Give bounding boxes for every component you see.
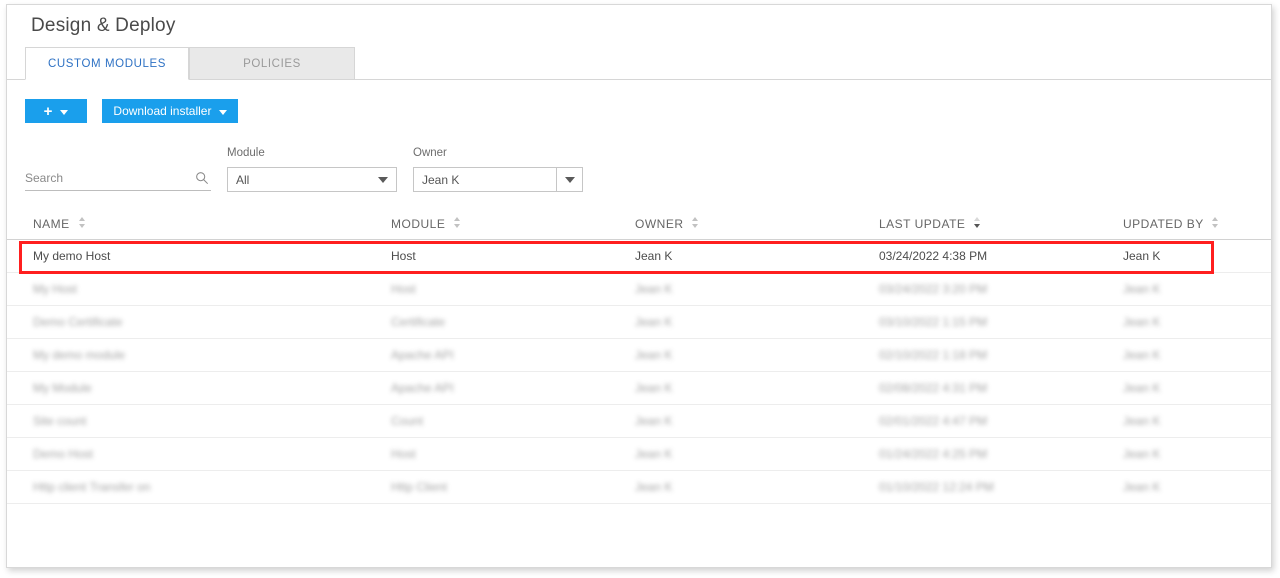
- column-header-last-update[interactable]: LAST UPDATE: [879, 215, 981, 231]
- chevron-down-icon: [219, 109, 228, 115]
- table-row[interactable]: Http client Transfer on Http Client Jean K…: [7, 471, 1271, 504]
- cell-module: Apache API: [391, 348, 454, 362]
- chevron-down-icon: [60, 109, 69, 115]
- table-row[interactable]: Demo Certificate Certificate Jean K 03/10/2…: [7, 306, 1271, 339]
- cell-owner: Jean K: [635, 249, 673, 263]
- download-installer-label: Download installer: [113, 104, 212, 118]
- tab-bar: CUSTOM MODULES POLICIES: [7, 47, 1271, 80]
- modules-table: NAME MODULE OWNER LAST UPDATE UPDATED BY…: [7, 210, 1271, 504]
- cell-last-update: 03/24/2022 3:20 PM: [879, 282, 988, 296]
- owner-filter-select[interactable]: Jean K: [413, 167, 583, 192]
- application-window: Design & Deploy CUSTOM MODULES POLICIES …: [6, 4, 1272, 568]
- search-input[interactable]: [25, 167, 185, 189]
- chevron-down-icon: [370, 168, 396, 191]
- column-header-owner-label: OWNER: [635, 217, 684, 231]
- column-header-name[interactable]: NAME: [33, 215, 86, 231]
- sort-icon[interactable]: [454, 217, 461, 230]
- owner-filter-value: Jean K: [422, 172, 460, 187]
- column-header-module-label: MODULE: [391, 217, 446, 231]
- cell-module: Certificate: [391, 315, 446, 329]
- cell-module: Host: [391, 282, 416, 296]
- cell-last-update: 02/10/2022 1:18 PM: [879, 348, 988, 362]
- cell-last-update: 02/08/2022 4:31 PM: [879, 381, 988, 395]
- tab-custom-modules[interactable]: CUSTOM MODULES: [25, 47, 189, 80]
- module-filter-select[interactable]: All: [227, 167, 397, 192]
- cell-updated-by: Jean K: [1123, 447, 1161, 461]
- sort-icon[interactable]: [692, 217, 699, 230]
- table-row[interactable]: Site count Count Jean K 02/01/2022 4:47 PM J…: [7, 405, 1271, 438]
- table-row[interactable]: My Module Apache API Jean K 02/08/2022 4:31…: [7, 372, 1271, 405]
- tab-custom-modules-label: CUSTOM MODULES: [47, 58, 167, 70]
- table-header-row: NAME MODULE OWNER LAST UPDATE UPDATED BY: [7, 210, 1271, 240]
- cell-updated-by: Jean K: [1123, 315, 1161, 329]
- cell-name: Demo Certificate: [33, 315, 123, 329]
- search-icon: [196, 172, 209, 185]
- cell-last-update: 03/24/2022 4:38 PM: [879, 249, 988, 263]
- cell-updated-by: Jean K: [1123, 249, 1161, 263]
- page-title: Design & Deploy: [31, 15, 176, 36]
- cell-owner: Jean K: [635, 381, 673, 395]
- cell-owner: Jean K: [635, 282, 673, 296]
- cell-module: Http Client: [391, 480, 448, 494]
- cell-module: Count: [391, 414, 424, 428]
- cell-name: My Host: [33, 282, 78, 296]
- cell-name: Http client Transfer on: [33, 480, 151, 494]
- column-header-updated-by-label: UPDATED BY: [1123, 217, 1204, 231]
- plus-icon: +: [43, 102, 53, 120]
- cell-last-update: 01/10/2022 12:24 PM: [879, 480, 994, 494]
- column-header-owner[interactable]: OWNER: [635, 215, 699, 231]
- sort-icon[interactable]: [78, 217, 86, 230]
- table-row[interactable]: My demo Host Host Jean K 03/24/2022 4:38 PM…: [7, 240, 1271, 273]
- cell-owner: Jean K: [635, 414, 673, 428]
- table-body: My demo Host Host Jean K 03/24/2022 4:38 PM…: [7, 240, 1271, 504]
- cell-updated-by: Jean K: [1123, 381, 1161, 395]
- cell-owner: Jean K: [635, 480, 673, 494]
- cell-updated-by: Jean K: [1123, 414, 1161, 428]
- table-row[interactable]: My Host Host Jean K 03/24/2022 3:20 PM Jean …: [7, 273, 1271, 306]
- column-header-last-update-label: LAST UPDATE: [879, 217, 966, 231]
- sort-descending-icon[interactable]: [974, 217, 981, 230]
- cell-updated-by: Jean K: [1123, 480, 1161, 494]
- cell-updated-by: Jean K: [1123, 348, 1161, 362]
- table-row[interactable]: My demo module Apache API Jean K 02/10/2022…: [7, 339, 1271, 372]
- cell-name: Site count: [33, 414, 87, 428]
- owner-filter-label: Owner: [413, 147, 447, 159]
- tab-policies[interactable]: POLICIES: [189, 47, 355, 80]
- cell-name: Demo Host: [33, 447, 94, 461]
- table-row[interactable]: Demo Host Host Jean K 01/24/2022 4:25 PM Jea…: [7, 438, 1271, 471]
- sort-icon[interactable]: [1212, 217, 1219, 230]
- column-header-name-label: NAME: [33, 217, 70, 231]
- cell-module: Host: [391, 249, 416, 263]
- cell-name: My Module: [33, 381, 92, 395]
- cell-last-update: 02/01/2022 4:47 PM: [879, 414, 988, 428]
- chevron-down-icon: [556, 168, 582, 191]
- search-field[interactable]: [25, 167, 211, 191]
- column-header-module[interactable]: MODULE: [391, 215, 461, 231]
- cell-last-update: 01/24/2022 4:25 PM: [879, 447, 988, 461]
- cell-owner: Jean K: [635, 348, 673, 362]
- action-toolbar: + Download installer: [25, 99, 239, 123]
- module-filter-value: All: [236, 172, 250, 187]
- cell-name: My demo Host: [33, 249, 111, 263]
- cell-module: Host: [391, 447, 416, 461]
- cell-updated-by: Jean K: [1123, 282, 1161, 296]
- column-header-updated-by[interactable]: UPDATED BY: [1123, 215, 1219, 231]
- download-installer-button[interactable]: Download installer: [102, 99, 239, 123]
- add-button[interactable]: +: [25, 99, 87, 123]
- cell-last-update: 03/10/2022 1:15 PM: [879, 315, 988, 329]
- tab-policies-label: POLICIES: [243, 58, 301, 70]
- cell-name: My demo module: [33, 348, 126, 362]
- module-filter-label: Module: [227, 147, 265, 159]
- cell-owner: Jean K: [635, 447, 673, 461]
- cell-module: Apache API: [391, 381, 454, 395]
- cell-owner: Jean K: [635, 315, 673, 329]
